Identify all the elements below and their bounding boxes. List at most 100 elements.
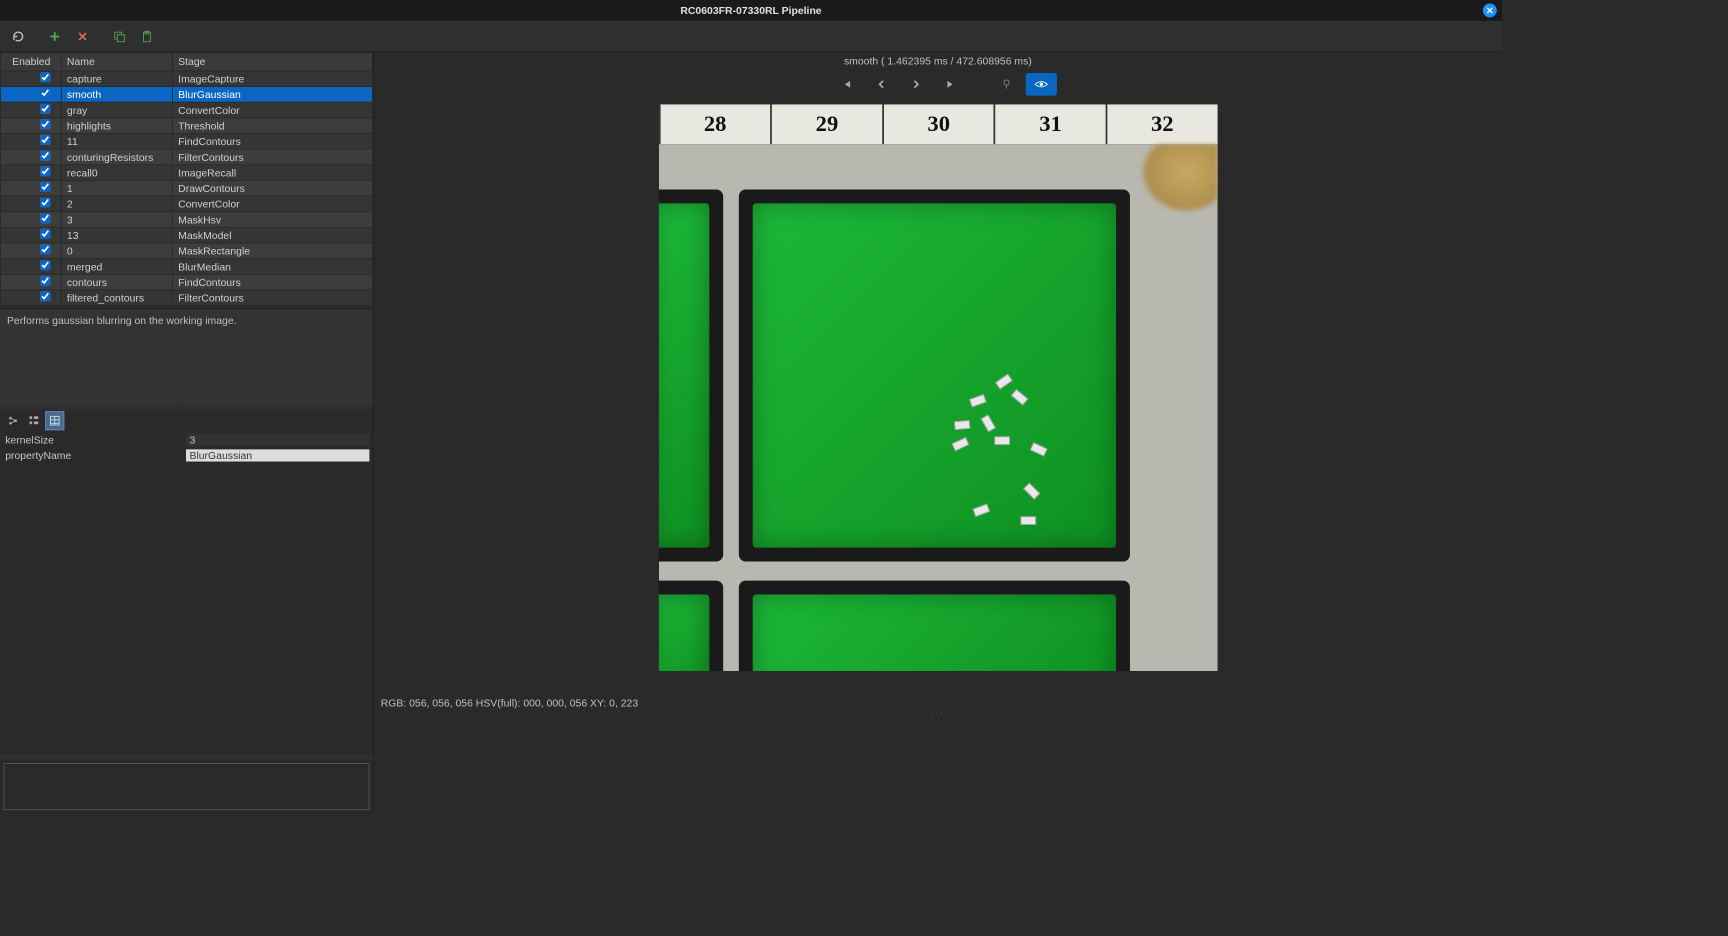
cell-name: 11 bbox=[61, 133, 172, 149]
tree-icon bbox=[7, 415, 19, 427]
pipeline-table-scroll[interactable]: Enabled Name Stage captureImageCapturesm… bbox=[0, 52, 373, 308]
first-button[interactable] bbox=[831, 73, 862, 96]
cell-name: filtered_contours bbox=[61, 290, 172, 306]
splitter-horizontal[interactable] bbox=[0, 404, 373, 409]
enabled-checkbox[interactable] bbox=[40, 103, 50, 113]
chevron-right-icon bbox=[911, 79, 921, 89]
component-chip bbox=[1023, 482, 1040, 499]
enabled-checkbox[interactable] bbox=[40, 135, 50, 145]
table-row[interactable]: smoothBlurGaussian bbox=[0, 86, 372, 102]
enabled-checkbox[interactable] bbox=[40, 150, 50, 160]
splitter-lower[interactable] bbox=[0, 754, 373, 759]
enabled-checkbox[interactable] bbox=[40, 72, 50, 82]
cell-stage: MaskModel bbox=[173, 227, 373, 243]
component-chip bbox=[1010, 389, 1028, 406]
cell-name: 2 bbox=[61, 196, 172, 212]
col-stage[interactable]: Stage bbox=[173, 53, 373, 71]
left-panel: Enabled Name Stage captureImageCapturesm… bbox=[0, 52, 374, 813]
table-row[interactable]: filtered_contoursFilterContours bbox=[0, 290, 372, 306]
cell-stage: ConvertColor bbox=[173, 196, 373, 212]
prop-propertyname-row[interactable]: propertyName BlurGaussian bbox=[3, 448, 369, 464]
table-row[interactable]: grayConvertColor bbox=[0, 102, 372, 118]
cell-stage: FilterContours bbox=[173, 290, 373, 306]
view-toggle[interactable] bbox=[1026, 73, 1057, 96]
table-row[interactable]: recall0ImageRecall bbox=[0, 165, 372, 181]
close-button[interactable] bbox=[1483, 3, 1497, 17]
list-icon bbox=[28, 415, 40, 427]
prop-kernelsize-label: kernelSize bbox=[3, 434, 186, 446]
prop-kernelsize-row[interactable]: kernelSize 3 bbox=[3, 432, 369, 448]
component-chip bbox=[972, 503, 990, 517]
cell-name: conturingResistors bbox=[61, 149, 172, 165]
cell-stage: MaskRectangle bbox=[173, 243, 373, 259]
ruler-tick: 31 bbox=[994, 104, 1106, 144]
next-button[interactable] bbox=[900, 73, 931, 96]
skip-first-icon bbox=[841, 78, 853, 90]
prev-button[interactable] bbox=[866, 73, 897, 96]
right-panel: smooth ( 1.462395 ms / 472.608956 ms) bbox=[374, 52, 1502, 813]
ruler: 2829303132 bbox=[658, 104, 1217, 144]
add-button[interactable] bbox=[42, 24, 68, 48]
cell-stage: Threshold bbox=[173, 118, 373, 134]
col-enabled[interactable]: Enabled bbox=[0, 53, 61, 71]
table-row[interactable]: 11FindContours bbox=[0, 133, 372, 149]
table-row[interactable]: 13MaskModel bbox=[0, 227, 372, 243]
image-frame: 2829303132 bbox=[658, 104, 1217, 671]
prop-view-sheet[interactable] bbox=[45, 411, 64, 430]
prop-propertyname-value[interactable]: BlurGaussian bbox=[186, 449, 369, 461]
cell-name: 0 bbox=[61, 243, 172, 259]
table-row[interactable]: conturingResistorsFilterContours bbox=[0, 149, 372, 165]
prop-view-categorized[interactable] bbox=[24, 411, 43, 430]
table-row[interactable]: contoursFindContours bbox=[0, 274, 372, 290]
copy-button[interactable] bbox=[106, 24, 132, 48]
toolbar bbox=[0, 21, 1502, 52]
component-chip bbox=[954, 420, 970, 430]
cell-name: highlights bbox=[61, 118, 172, 134]
refresh-button[interactable] bbox=[5, 24, 31, 48]
cell-stage: BlurGaussian bbox=[173, 86, 373, 102]
table-row[interactable]: 3MaskHsv bbox=[0, 212, 372, 228]
last-button[interactable] bbox=[935, 73, 966, 96]
col-name[interactable]: Name bbox=[61, 53, 172, 71]
ruler-tick: 32 bbox=[1106, 104, 1218, 144]
prop-kernelsize-value[interactable]: 3 bbox=[186, 434, 369, 446]
pin-icon bbox=[1000, 78, 1012, 90]
bottom-right-panel bbox=[374, 718, 1502, 814]
titlebar: RC0603FR-07330RL Pipeline bbox=[0, 0, 1502, 21]
enabled-checkbox[interactable] bbox=[40, 182, 50, 192]
cell-stage: MaskHsv bbox=[173, 212, 373, 228]
skip-last-icon bbox=[945, 78, 957, 90]
cell-stage: BlurMedian bbox=[173, 259, 373, 275]
plus-icon bbox=[49, 30, 61, 42]
enabled-checkbox[interactable] bbox=[40, 291, 50, 301]
table-row[interactable]: 1DrawContours bbox=[0, 180, 372, 196]
x-icon bbox=[77, 31, 87, 41]
pin-button[interactable] bbox=[991, 73, 1022, 96]
image-viewport[interactable]: 2829303132 bbox=[374, 99, 1502, 694]
enabled-checkbox[interactable] bbox=[40, 88, 50, 98]
enabled-checkbox[interactable] bbox=[40, 229, 50, 239]
table-row[interactable]: captureImageCapture bbox=[0, 71, 372, 87]
paste-button[interactable] bbox=[134, 24, 160, 48]
enabled-checkbox[interactable] bbox=[40, 244, 50, 254]
table-row[interactable]: 0MaskRectangle bbox=[0, 243, 372, 259]
enabled-checkbox[interactable] bbox=[40, 213, 50, 223]
enabled-checkbox[interactable] bbox=[40, 197, 50, 207]
eye-icon bbox=[1034, 79, 1048, 89]
tray-left bbox=[658, 189, 722, 561]
table-row[interactable]: mergedBlurMedian bbox=[0, 259, 372, 275]
cell-name: merged bbox=[61, 259, 172, 275]
prop-view-tree[interactable] bbox=[3, 411, 22, 430]
cell-name: 1 bbox=[61, 180, 172, 196]
prop-propertyname-label: propertyName bbox=[3, 449, 186, 461]
pipeline-table: Enabled Name Stage captureImageCapturesm… bbox=[0, 52, 373, 306]
table-row[interactable]: highlightsThreshold bbox=[0, 118, 372, 134]
enabled-checkbox[interactable] bbox=[40, 166, 50, 176]
splitter-right-lower[interactable] bbox=[374, 713, 1502, 718]
bottom-text-input[interactable] bbox=[3, 763, 369, 810]
table-row[interactable]: 2ConvertColor bbox=[0, 196, 372, 212]
enabled-checkbox[interactable] bbox=[40, 276, 50, 286]
enabled-checkbox[interactable] bbox=[40, 119, 50, 129]
delete-button[interactable] bbox=[70, 24, 96, 48]
enabled-checkbox[interactable] bbox=[40, 260, 50, 270]
